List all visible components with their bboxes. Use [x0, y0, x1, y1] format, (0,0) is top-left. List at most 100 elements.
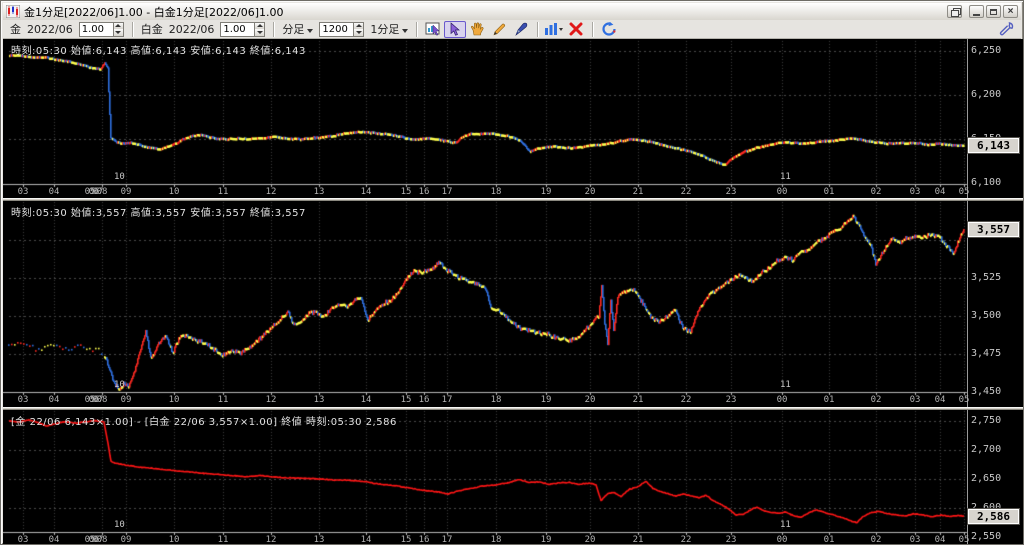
spin-down-icon[interactable] — [255, 29, 264, 36]
titlebar[interactable]: 金1分足[2022/06]1.00 - 白金1分足[2022/06]1.00 × — [3, 3, 1021, 20]
platinum-y-axis-tick: 3,450 — [971, 386, 1001, 397]
candlestick-chart-icon — [6, 5, 20, 18]
bar-count-arrows[interactable] — [353, 22, 364, 37]
time-axis-label: 03 — [18, 395, 29, 405]
time-axis-label: 10 — [169, 535, 180, 545]
platinum-panel-info: 時刻:05:30 始値:3,557 高値:3,557 安値:3,557 終値:3… — [11, 204, 306, 219]
pen-annotation-tool-button[interactable] — [510, 21, 532, 38]
time-axis-label: 03 — [910, 535, 921, 545]
time-axis-label: 13 — [314, 395, 325, 405]
panel-splitter[interactable] — [3, 198, 1023, 201]
pencil-icon — [492, 22, 507, 36]
select-arrow-tool-button[interactable] — [444, 21, 466, 38]
gold-panel-info: 時刻:05:30 始値:6,143 高値:6,143 安値:6,143 終値:6… — [11, 42, 306, 57]
gold-month-select[interactable]: 2022/06 — [27, 23, 73, 36]
time-axis-label: 19 — [541, 535, 552, 545]
toolbar: 金 2022/06 1.00 白金 2022/06 1.00 分足 1200 1… — [3, 20, 1021, 39]
time-axis-label: 08 — [97, 187, 108, 197]
time-axis-label: 20 — [585, 395, 596, 405]
gold-multiplier-value[interactable]: 1.00 — [79, 22, 113, 37]
delete-indicator-button[interactable] — [565, 21, 587, 38]
date-marker: 10 — [114, 520, 125, 530]
chart-area: 時刻:05:30 始値:6,143 高値:6,143 安値:6,143 終値:6… — [3, 39, 1023, 544]
spread-y-axis-tick: 2,700 — [971, 444, 1001, 455]
time-axis-label: 22 — [681, 535, 692, 545]
time-axis-label: 04 — [935, 187, 946, 197]
delete-red-x-icon — [569, 22, 583, 36]
time-axis-label: 21 — [633, 535, 644, 545]
time-axis-label: 04 — [49, 395, 60, 405]
time-axis-label: 21 — [633, 187, 644, 197]
spread-y-axis-tick: 2,650 — [971, 473, 1001, 484]
time-axis-label: 15 — [401, 187, 412, 197]
time-axis-label: 04 — [49, 535, 60, 545]
wrench-icon — [999, 22, 1014, 36]
restore-window-button[interactable] — [947, 5, 962, 18]
date-marker: 11 — [780, 520, 791, 530]
settings-wrench-button[interactable] — [995, 21, 1017, 38]
close-button[interactable]: × — [1003, 5, 1018, 18]
spin-down-icon[interactable] — [354, 29, 363, 36]
time-axis-label: 17 — [442, 395, 453, 405]
pencil-draw-tool-button[interactable] — [488, 21, 510, 38]
time-axis-label: 14 — [361, 187, 372, 197]
toolbar-separator — [537, 22, 538, 37]
time-axis-label: 23 — [726, 395, 737, 405]
date-marker: 11 — [780, 380, 791, 390]
minimize-button[interactable] — [969, 5, 984, 18]
platinum-multiplier-arrows[interactable] — [254, 22, 265, 37]
time-axis-label: 01 — [824, 395, 835, 405]
restore-icon — [951, 8, 959, 15]
time-axis-label: 05 — [959, 187, 970, 197]
spread-y-axis-tick: 2,750 — [971, 415, 1001, 426]
time-axis-label: 02 — [871, 395, 882, 405]
time-axis-label: 19 — [541, 395, 552, 405]
pan-hand-tool-button[interactable] — [466, 21, 488, 38]
time-axis-label: 13 — [314, 535, 325, 545]
time-axis-label: 21 — [633, 395, 644, 405]
bar-count-value[interactable]: 1200 — [319, 22, 353, 37]
platinum-month-select[interactable]: 2022/06 — [169, 23, 215, 36]
bar-count-spinner[interactable]: 1200 — [319, 22, 364, 37]
axis-gutter-divider — [967, 39, 968, 544]
time-axis-label: 23 — [726, 187, 737, 197]
refresh-button[interactable] — [598, 21, 620, 38]
time-axis-label: 15 — [401, 395, 412, 405]
chart-cursor-tool-button[interactable] — [422, 21, 444, 38]
toolbar-separator — [416, 22, 417, 37]
time-axis-label: 10 — [169, 395, 180, 405]
price-charts-canvas[interactable] — [3, 39, 1023, 544]
gold-multiplier-spinner[interactable]: 1.00 — [79, 22, 124, 37]
indicator-bars-dropdown-button[interactable] — [543, 21, 565, 38]
time-axis-label: 18 — [491, 535, 502, 545]
time-axis-label: 18 — [491, 187, 502, 197]
time-axis-label: 05 — [959, 395, 970, 405]
date-marker: 11 — [780, 172, 791, 182]
panel-splitter[interactable] — [3, 407, 1023, 410]
time-axis-label: 00 — [777, 395, 788, 405]
time-axis-label: 11 — [218, 395, 229, 405]
maximize-button[interactable] — [986, 5, 1001, 18]
time-axis-label: 15 — [401, 535, 412, 545]
date-marker: 10 — [114, 172, 125, 182]
period-type-dropdown[interactable]: 分足 — [282, 21, 313, 37]
chevron-down-icon — [307, 29, 313, 33]
time-axis-label: 12 — [266, 535, 277, 545]
spin-down-icon[interactable] — [114, 29, 123, 36]
bar-size-dropdown[interactable]: 1分足 — [370, 21, 408, 37]
time-axis-label: 12 — [266, 395, 277, 405]
time-axis-label: 01 — [824, 535, 835, 545]
toolbar-separator — [132, 22, 133, 37]
time-axis-label: 03 — [18, 187, 29, 197]
gold-multiplier-arrows[interactable] — [113, 22, 124, 37]
platinum-multiplier-value[interactable]: 1.00 — [220, 22, 254, 37]
close-icon: × — [1008, 7, 1014, 16]
refresh-icon — [602, 22, 617, 36]
spread-y-axis-tick: 2,550 — [971, 531, 1001, 542]
app-window: 金1分足[2022/06]1.00 - 白金1分足[2022/06]1.00 ×… — [0, 0, 1024, 545]
select-arrow-icon — [448, 22, 462, 36]
platinum-multiplier-spinner[interactable]: 1.00 — [220, 22, 265, 37]
time-axis-label: 17 — [442, 187, 453, 197]
chart-cursor-icon — [425, 22, 441, 36]
gold-y-axis-tick: 6,200 — [971, 89, 1001, 100]
